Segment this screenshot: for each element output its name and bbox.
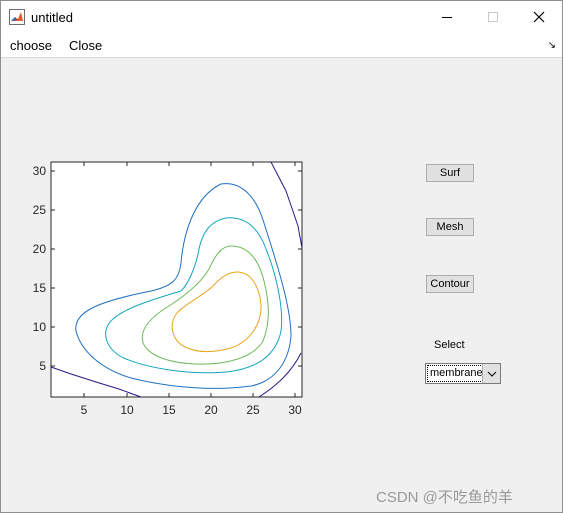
x-tick-label: 25 (246, 403, 260, 417)
data-select-dropdown[interactable]: membrane (425, 363, 501, 384)
x-tick-label: 30 (288, 403, 302, 417)
y-tick-label: 25 (33, 203, 47, 217)
y-tick-label: 20 (33, 242, 47, 256)
mesh-button[interactable]: Mesh (426, 218, 474, 236)
select-value: membrane (427, 365, 483, 382)
y-tick-label: 5 (39, 359, 46, 373)
chevron-down-icon (487, 371, 496, 377)
dropdown-button[interactable] (482, 364, 500, 383)
select-label: Select (434, 339, 465, 351)
y-tick-label: 30 (33, 164, 47, 178)
contour-plot: 5 10 15 20 25 30 30 25 20 15 10 5 (33, 161, 303, 417)
x-tick-label: 15 (162, 403, 176, 417)
watermark: CSDN @不吃鱼的羊 (376, 489, 513, 506)
y-tick-label: 15 (33, 281, 47, 295)
surf-button[interactable]: Surf (426, 164, 474, 182)
y-tick-label: 10 (33, 320, 47, 334)
x-tick-label: 10 (120, 403, 134, 417)
x-tick-label: 20 (204, 403, 218, 417)
x-tick-label: 5 (81, 403, 88, 417)
contour-button[interactable]: Contour (426, 275, 474, 293)
figure-window: untitled choose Close ↘ 5 10 15 20 25 30… (0, 0, 563, 513)
